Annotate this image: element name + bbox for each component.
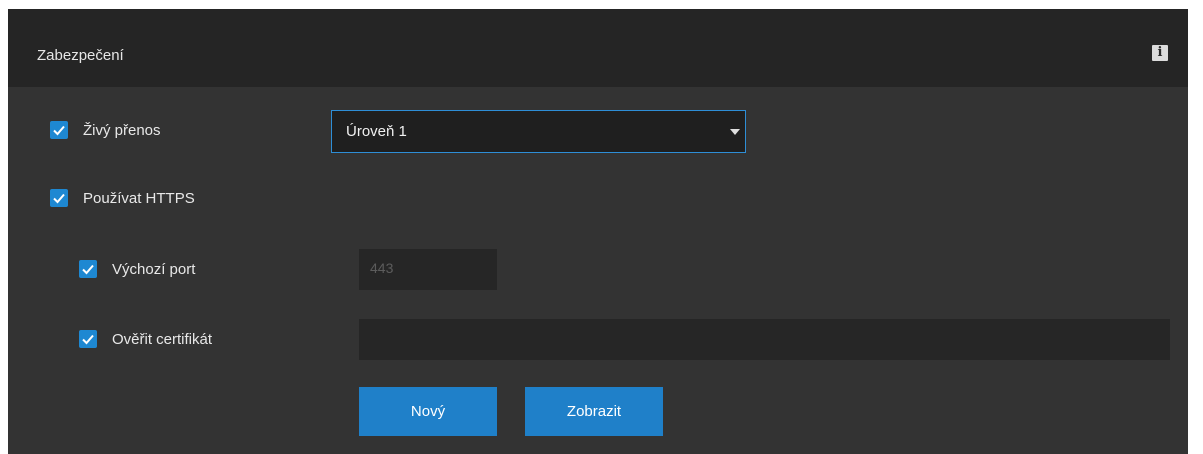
chevron-down-icon — [730, 129, 740, 135]
verify-certificate-label: Ověřit certifikát — [112, 330, 213, 348]
certificate-input[interactable] — [359, 319, 1170, 360]
live-stream-level-value: Úroveň 1 — [346, 123, 407, 140]
checkmark-icon — [53, 193, 65, 204]
checkmark-icon — [53, 125, 65, 136]
default-port-label: Výchozí port — [112, 260, 196, 278]
live-stream-row: Živý přenos — [50, 121, 161, 139]
panel-title: Zabezpečení — [37, 47, 124, 64]
checkmark-icon — [82, 334, 94, 345]
new-button[interactable]: Nový — [359, 387, 497, 436]
live-stream-label: Živý přenos — [83, 121, 161, 139]
verify-certificate-checkbox[interactable] — [79, 330, 97, 348]
panel-header: Zabezpečení i — [8, 9, 1188, 87]
checkmark-icon — [82, 264, 94, 275]
show-button[interactable]: Zobrazit — [525, 387, 663, 436]
port-input[interactable]: 443 — [359, 249, 497, 290]
default-port-row: Výchozí port — [79, 260, 195, 278]
use-https-checkbox[interactable] — [50, 189, 68, 207]
security-panel: Zabezpečení i Živý přenos Úroveň 1 Použí… — [8, 9, 1188, 454]
live-stream-level-select[interactable]: Úroveň 1 — [331, 110, 746, 153]
use-https-row: Používat HTTPS — [50, 189, 195, 207]
default-port-checkbox[interactable] — [79, 260, 97, 278]
verify-certificate-row: Ověřit certifikát — [79, 330, 212, 348]
info-icon[interactable]: i — [1152, 45, 1168, 61]
live-stream-checkbox[interactable] — [50, 121, 68, 139]
use-https-label: Používat HTTPS — [83, 189, 195, 207]
